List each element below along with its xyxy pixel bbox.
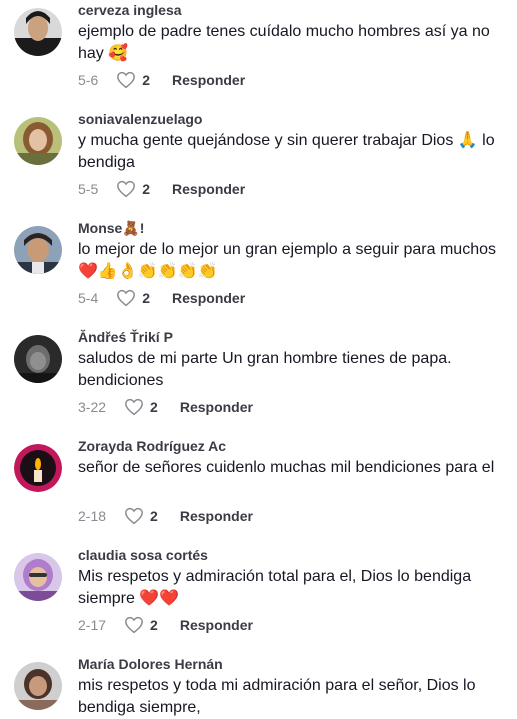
- comment-item: cerveza inglesa ejemplo de padre tenes c…: [0, 0, 517, 109]
- like-button[interactable]: 2: [116, 180, 150, 198]
- comment-item: soniavalenzuelago y mucha gente quejándo…: [0, 109, 517, 218]
- reply-button[interactable]: Responder: [172, 181, 245, 197]
- comment-meta: 5-6 2 Responder: [78, 70, 245, 90]
- avatar[interactable]: [14, 335, 62, 383]
- comment-item: Zorayda Rodríguez Ac señor de señores cu…: [0, 436, 517, 545]
- heart-icon: [125, 616, 143, 634]
- like-button[interactable]: 2: [116, 289, 150, 307]
- comment-username[interactable]: claudia sosa cortés: [78, 547, 208, 563]
- avatar-image: [14, 444, 62, 492]
- comment-date: 2-17: [78, 617, 107, 633]
- comment-meta: 3-22 2 Responder: [78, 397, 253, 417]
- avatar[interactable]: [14, 8, 62, 56]
- like-button[interactable]: 2: [116, 71, 150, 89]
- reply-button[interactable]: Responder: [180, 617, 253, 633]
- heart-icon: [125, 507, 143, 525]
- reply-button[interactable]: Responder: [180, 508, 253, 524]
- comment-date: 5-5: [78, 181, 99, 197]
- comment-date: 2-18: [78, 508, 107, 524]
- comment-username[interactable]: María Dolores Hernán: [78, 656, 223, 672]
- comment-list: cerveza inglesa ejemplo de padre tenes c…: [0, 0, 517, 717]
- like-button[interactable]: 2: [124, 616, 158, 634]
- avatar-image: [14, 226, 62, 274]
- comment-item: Ăndřeś Ťrikí P saludos de mi parte Un gr…: [0, 327, 517, 436]
- comment-username[interactable]: cerveza inglesa: [78, 2, 182, 18]
- comment-text: mis respetos y toda mi admiración para e…: [78, 677, 476, 716]
- comment-meta: 2-18 2 Responder: [78, 506, 253, 526]
- comment-date: 5-6: [78, 72, 99, 88]
- comment-item: María Dolores Hernán mis respetos y toda…: [0, 654, 517, 717]
- like-count: 2: [142, 181, 151, 197]
- comment-meta: 5-5 2 Responder: [78, 179, 245, 199]
- like-button[interactable]: 2: [124, 398, 158, 416]
- reply-button[interactable]: Responder: [172, 290, 245, 306]
- like-count: 2: [150, 399, 158, 415]
- like-count: 2: [150, 617, 158, 633]
- avatar-image: [14, 117, 62, 165]
- comment-username[interactable]: Monse🧸!: [78, 220, 144, 237]
- comment-username[interactable]: soniavalenzuelago: [78, 111, 202, 127]
- reply-button[interactable]: Responder: [180, 399, 253, 415]
- avatar-image: [14, 8, 62, 56]
- avatar-image: [14, 553, 62, 601]
- comment-text: Mis respetos y admiración total para el,…: [78, 568, 472, 607]
- comment-text: ejemplo de padre tenes cuídalo mucho hom…: [78, 23, 490, 62]
- like-count: 2: [142, 290, 151, 306]
- avatar[interactable]: [14, 444, 62, 492]
- like-count: 2: [142, 72, 151, 88]
- like-count: 2: [150, 508, 158, 524]
- like-button[interactable]: 2: [124, 507, 158, 525]
- comment-text: saludos de mi parte Un gran hombre tiene…: [78, 350, 452, 389]
- comment-text: lo mejor de lo mejor un gran ejemplo a s…: [78, 241, 496, 280]
- comment-item: claudia sosa cortés Mis respetos y admir…: [0, 545, 517, 654]
- comment-item: Monse🧸! lo mejor de lo mejor un gran eje…: [0, 218, 517, 327]
- comment-username[interactable]: Zorayda Rodríguez Ac: [78, 438, 226, 454]
- heart-icon: [117, 180, 136, 198]
- heart-icon: [117, 289, 136, 307]
- avatar[interactable]: [14, 117, 62, 165]
- avatar[interactable]: [14, 662, 62, 710]
- avatar-image: [14, 335, 62, 383]
- comment-date: 5-4: [78, 290, 99, 306]
- comment-meta: 2-17 2 Responder: [78, 615, 253, 635]
- heart-icon: [117, 71, 136, 89]
- comment-date: 3-22: [78, 399, 107, 415]
- reply-button[interactable]: Responder: [172, 72, 245, 88]
- comment-username[interactable]: Ăndřeś Ťrikí P: [78, 329, 173, 345]
- avatar[interactable]: [14, 226, 62, 274]
- heart-icon: [125, 398, 143, 416]
- comment-text: y mucha gente quejándose y sin querer tr…: [78, 132, 495, 171]
- avatar-image: [14, 662, 62, 710]
- avatar[interactable]: [14, 553, 62, 601]
- comment-meta: 5-4 2 Responder: [78, 288, 245, 308]
- comment-text: señor de señores cuidenlo muchas mil ben…: [78, 459, 495, 476]
